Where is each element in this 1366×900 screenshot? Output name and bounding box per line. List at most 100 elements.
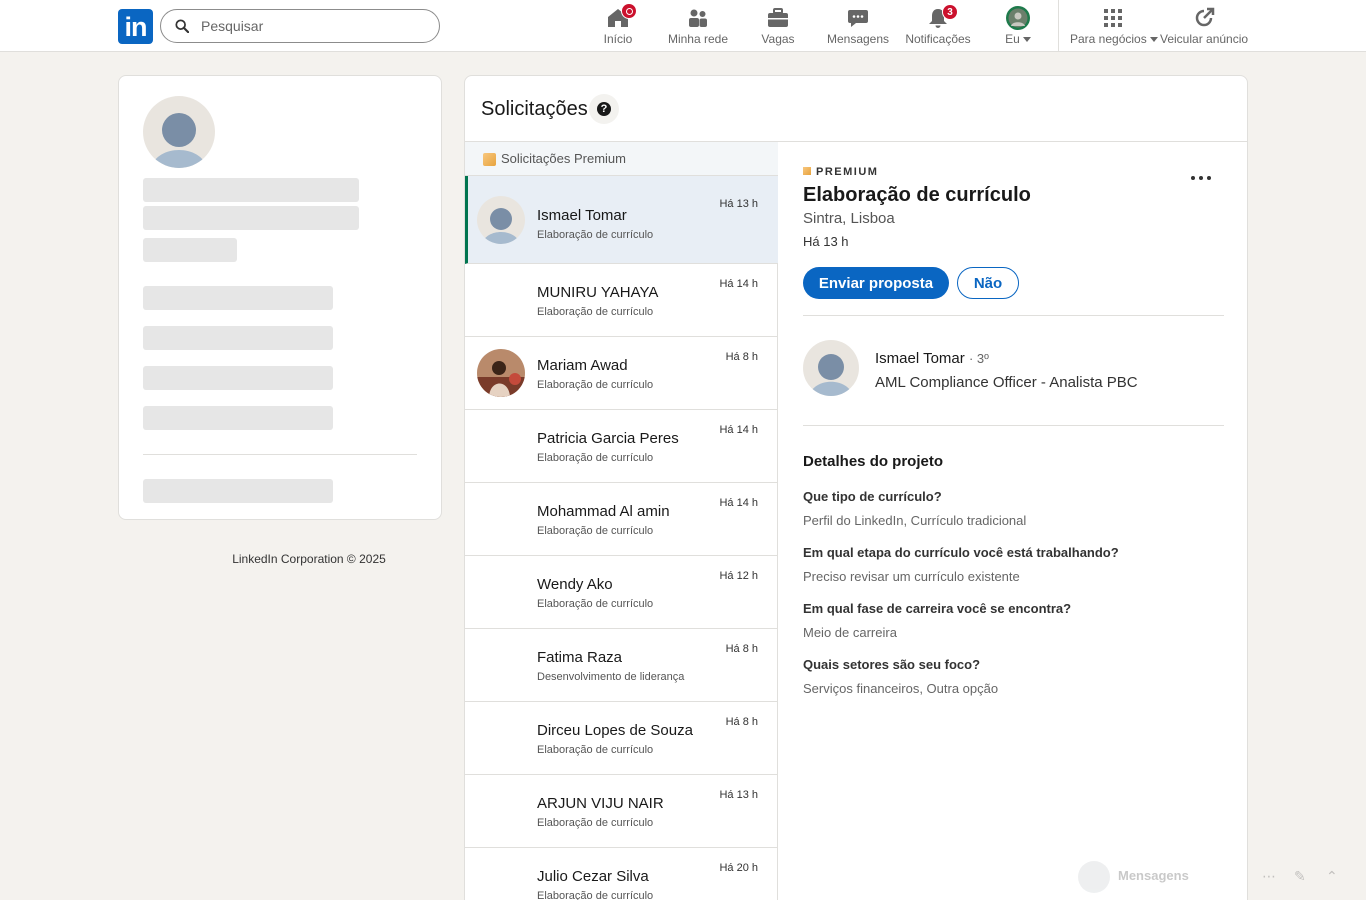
- request-name: ARJUN VIJU NAIR: [537, 795, 664, 812]
- request-time: Há 14 h: [719, 497, 758, 509]
- briefcase-icon: [766, 6, 790, 30]
- request-item[interactable]: Dirceu Lopes de Souza Elaboração de curr…: [465, 702, 778, 775]
- nav-item-notifications[interactable]: 3 Notificações: [904, 0, 972, 52]
- nav-item-label: Minha rede: [667, 32, 729, 46]
- nav-item-my-network[interactable]: Minha rede: [664, 0, 732, 52]
- request-service: Elaboração de currículo: [537, 229, 654, 241]
- premium-badge: PREMIUM: [803, 166, 878, 178]
- request-item[interactable]: Wendy Ako Elaboração de currículo Há 12 …: [465, 556, 778, 629]
- nav-item-jobs[interactable]: Vagas: [758, 0, 798, 52]
- project-details-heading: Detalhes do projeto: [803, 453, 944, 470]
- request-service: Elaboração de currículo: [537, 890, 654, 900]
- request-service: Desenvolvimento de liderança: [537, 671, 685, 683]
- divider: [803, 425, 1224, 426]
- more-options-button[interactable]: [1187, 167, 1219, 189]
- help-icon[interactable]: ?: [589, 94, 619, 124]
- messaging-icon: [846, 6, 870, 30]
- request-item[interactable]: Mohammad Al amin Elaboração de currículo…: [465, 483, 778, 556]
- answer: Serviços financeiros, Outra opção: [803, 681, 999, 696]
- request-item[interactable]: Fatima Raza Desenvolvimento de liderança…: [465, 629, 778, 702]
- request-time: Há 20 h: [719, 862, 758, 874]
- request-time: Há 12 h: [719, 570, 758, 582]
- request-name: Fatima Raza: [537, 649, 623, 666]
- global-nav: in Início Minha rede Vagas Mensagens: [0, 0, 1366, 52]
- divider: [803, 315, 1224, 316]
- nav-item-label: Início: [603, 32, 633, 46]
- request-service: Elaboração de currículo: [537, 817, 654, 829]
- request-name: Patricia Garcia Peres: [537, 430, 679, 447]
- nav-item-label: Veicular anúncio: [1160, 32, 1249, 46]
- skeleton-line: [143, 366, 333, 390]
- request-item[interactable]: Ismael Tomar Elaboração de currículo Há …: [465, 176, 778, 264]
- nav-item-label: Para negócios: [1070, 32, 1147, 46]
- request-service: Elaboração de currículo: [537, 525, 654, 537]
- request-service: Elaboração de currículo: [537, 306, 654, 318]
- profile-card-skeleton: [118, 75, 442, 520]
- search-icon: [175, 19, 189, 33]
- ad-icon: [1192, 6, 1216, 30]
- nav-item-me[interactable]: Eu: [1000, 0, 1036, 52]
- answer: Meio de carreira: [803, 625, 897, 640]
- footer-copyright: LinkedIn Corporation © 2025: [232, 552, 386, 566]
- request-time: Há 8 h: [725, 351, 758, 363]
- skeleton-line: [143, 238, 237, 262]
- network-icon: [686, 6, 710, 30]
- chevron-up-icon[interactable]: ⌃: [1326, 868, 1338, 885]
- answer: Perfil do LinkedIn, Currículo tradiciona…: [803, 513, 1027, 528]
- request-time: Há 14 h: [719, 278, 758, 290]
- notification-count-badge: 3: [942, 4, 958, 20]
- request-location: Sintra, Lisboa: [803, 210, 895, 227]
- requester-headline: AML Compliance Officer - Analista PBC: [875, 374, 1138, 391]
- nav-item-for-business[interactable]: Para negócios: [1070, 0, 1158, 52]
- nav-item-label: Notificações: [905, 32, 971, 46]
- request-time: Há 13 h: [719, 789, 758, 801]
- send-proposal-button[interactable]: Enviar proposta: [803, 267, 949, 299]
- decline-button[interactable]: Não: [957, 267, 1019, 299]
- skeleton-line: [143, 178, 359, 202]
- search-box[interactable]: [160, 9, 440, 43]
- nav-item-messaging[interactable]: Mensagens: [826, 0, 890, 52]
- chevron-down-icon: [1022, 37, 1031, 43]
- request-time: Há 14 h: [719, 424, 758, 436]
- divider: [143, 454, 417, 455]
- request-time: Há 13 h: [719, 198, 758, 210]
- nav-item-advertise[interactable]: Veicular anúncio: [1160, 0, 1248, 52]
- request-item[interactable]: Julio Cezar Silva Elaboração de currícul…: [465, 848, 778, 900]
- request-title: Elaboração de currículo: [803, 184, 1031, 206]
- linkedin-logo[interactable]: in: [118, 9, 153, 44]
- request-service: Elaboração de currículo: [537, 452, 654, 464]
- messaging-label: Mensagens: [1118, 868, 1189, 883]
- requests-list: Solicitações Premium Ismael Tomar Elabor…: [465, 142, 778, 900]
- connection-degree: · 3º: [968, 351, 989, 366]
- home-icon: [606, 3, 637, 30]
- requester-name[interactable]: Ismael Tomar: [875, 350, 965, 367]
- request-item[interactable]: MUNIRU YAHAYA Elaboração de currículo Há…: [465, 264, 778, 337]
- request-detail: PREMIUM Elaboração de currículo Sintra, …: [779, 142, 1247, 900]
- request-name: Mohammad Al amin: [537, 503, 670, 520]
- request-item[interactable]: Mariam Awad Elaboração de currículo Há 8…: [465, 337, 778, 410]
- request-name: Ismael Tomar: [537, 207, 627, 224]
- messaging-dock[interactable]: Mensagens ⋯ ✎ ⌃: [1068, 856, 1366, 900]
- premium-icon: [483, 153, 496, 166]
- skeleton-line: [143, 286, 333, 310]
- request-name: Mariam Awad: [537, 357, 628, 374]
- nav-item-home[interactable]: Início: [598, 0, 638, 52]
- request-name: Dirceu Lopes de Souza: [537, 722, 693, 739]
- request-time: Há 13 h: [803, 234, 849, 249]
- nav-item-label: Eu: [1005, 32, 1020, 46]
- avatar[interactable]: [803, 340, 859, 396]
- more-icon[interactable]: ⋯: [1262, 868, 1276, 885]
- request-item[interactable]: ARJUN VIJU NAIR Elaboração de currículo …: [465, 775, 778, 848]
- premium-icon: [803, 167, 811, 175]
- skeleton-line: [143, 326, 333, 350]
- avatar: [477, 196, 525, 244]
- request-item[interactable]: Patricia Garcia Peres Elaboração de curr…: [465, 410, 778, 483]
- search-input[interactable]: [201, 10, 431, 42]
- chevron-down-icon: [1149, 37, 1158, 43]
- skeleton-line: [143, 479, 333, 503]
- request-name: Wendy Ako: [537, 576, 613, 593]
- request-service: Elaboração de currículo: [537, 598, 654, 610]
- avatar: [1078, 861, 1110, 893]
- request-service: Elaboração de currículo: [537, 744, 654, 756]
- compose-icon[interactable]: ✎: [1294, 868, 1306, 885]
